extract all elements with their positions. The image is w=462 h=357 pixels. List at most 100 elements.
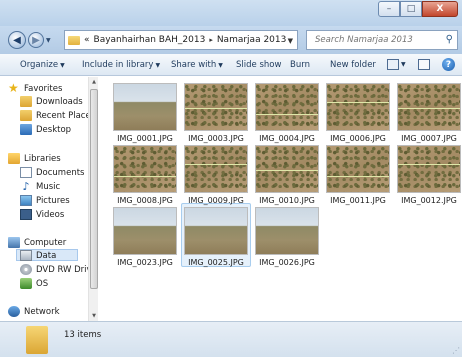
file-name[interactable]: IMG_0026.JPG bbox=[247, 258, 327, 267]
measuring-tape-line bbox=[327, 176, 389, 177]
file-name[interactable]: IMG_0004.JPG bbox=[247, 134, 327, 143]
image-thumbnail[interactable] bbox=[184, 145, 248, 193]
title-bar[interactable]: – □ X bbox=[0, 0, 462, 26]
libraries-icon bbox=[8, 153, 20, 164]
image-thumbnail[interactable] bbox=[113, 145, 177, 193]
search-input[interactable] bbox=[315, 35, 439, 45]
measuring-tape-line bbox=[327, 102, 389, 103]
breadcrumb-overflow[interactable]: « bbox=[84, 35, 90, 45]
nav-dvd-drive[interactable]: DVD RW Driv bbox=[20, 264, 88, 275]
new-folder-button[interactable]: New folder bbox=[330, 60, 376, 70]
close-button[interactable]: X bbox=[422, 1, 458, 17]
hard-drive-icon bbox=[20, 250, 32, 261]
minimize-button[interactable]: – bbox=[378, 1, 400, 17]
file-name[interactable]: IMG_0007.JPG bbox=[389, 134, 462, 143]
share-with-menu[interactable]: Share with ▼ bbox=[171, 60, 223, 70]
image-thumbnail[interactable] bbox=[397, 83, 461, 131]
measuring-tape-line bbox=[114, 176, 176, 177]
image-thumbnail[interactable] bbox=[255, 207, 319, 255]
videos-icon bbox=[20, 209, 32, 220]
measuring-tape-line bbox=[185, 164, 247, 165]
nav-music[interactable]: ♪ Music bbox=[20, 181, 60, 192]
file-name[interactable]: IMG_0010.JPG bbox=[247, 196, 327, 205]
file-name[interactable]: IMG_0025.JPG bbox=[176, 258, 256, 267]
image-thumbnail[interactable] bbox=[255, 145, 319, 193]
nav-pictures[interactable]: Pictures bbox=[20, 195, 70, 206]
address-dropdown-icon[interactable]: ▼ bbox=[288, 37, 293, 45]
image-thumbnail[interactable] bbox=[326, 145, 390, 193]
music-note-icon: ♪ bbox=[22, 180, 30, 193]
image-thumbnail[interactable] bbox=[184, 83, 248, 131]
image-thumbnail[interactable] bbox=[397, 145, 461, 193]
nav-data-drive[interactable]: Data bbox=[20, 250, 56, 261]
file-list[interactable]: IMG_0001.JPG IMG_0003.JPG IMG_0004.JPG IMG_… bbox=[98, 77, 462, 321]
address-bar[interactable]: « Bayanhairhan BAH_2013 ▸ Namarjaa 2013 … bbox=[64, 30, 298, 50]
folder-icon bbox=[68, 35, 80, 45]
measuring-tape-line bbox=[398, 164, 460, 165]
file-name[interactable]: IMG_0009.JPG bbox=[176, 196, 256, 205]
file-name[interactable]: IMG_0001.JPG bbox=[105, 134, 185, 143]
file-name[interactable]: IMG_0011.JPG bbox=[318, 196, 398, 205]
breadcrumb-namarjaa[interactable]: Namarjaa 2013 bbox=[217, 35, 287, 45]
nav-libraries[interactable]: Libraries bbox=[8, 153, 61, 164]
recent-pages-dropdown-icon[interactable]: ▼ bbox=[46, 37, 51, 44]
chevron-right-icon[interactable]: ▸ bbox=[209, 36, 213, 44]
image-thumbnail[interactable] bbox=[113, 207, 177, 255]
pictures-icon bbox=[20, 195, 32, 206]
window-controls: – □ X bbox=[378, 1, 458, 17]
scroll-thumb[interactable] bbox=[90, 89, 98, 289]
maximize-button[interactable]: □ bbox=[400, 1, 422, 17]
recent-places-icon bbox=[20, 110, 32, 121]
image-thumbnail[interactable] bbox=[255, 83, 319, 131]
navigation-pane: ★ Favorites Downloads Recent Place Deskto… bbox=[0, 77, 88, 321]
downloads-folder-icon bbox=[20, 96, 32, 107]
computer-icon bbox=[8, 237, 20, 248]
command-toolbar: Organize ▼ Include in library ▼ Share with… bbox=[0, 54, 462, 76]
os-drive-icon bbox=[20, 278, 32, 289]
file-name[interactable]: IMG_0008.JPG bbox=[105, 196, 185, 205]
forward-button[interactable]: ▶ bbox=[28, 32, 44, 48]
details-pane: 13 items ⋰ bbox=[0, 321, 462, 357]
search-box[interactable]: ⚲ bbox=[306, 30, 458, 50]
nav-documents[interactable]: Documents bbox=[20, 167, 84, 178]
nav-network[interactable]: Network bbox=[8, 306, 60, 317]
image-thumbnail[interactable] bbox=[326, 83, 390, 131]
nav-os-drive[interactable]: OS bbox=[20, 278, 48, 289]
burn-button[interactable]: Burn bbox=[290, 60, 310, 70]
item-count: 13 items bbox=[64, 330, 102, 340]
file-name[interactable]: IMG_0023.JPG bbox=[105, 258, 185, 267]
nav-desktop[interactable]: Desktop bbox=[20, 124, 71, 135]
documents-icon bbox=[20, 167, 32, 178]
file-name[interactable]: IMG_0012.JPG bbox=[389, 196, 462, 205]
resize-grip-icon[interactable]: ⋰ bbox=[452, 346, 460, 355]
network-icon bbox=[8, 306, 20, 317]
nav-scrollbar[interactable]: ▲ ▼ bbox=[88, 77, 98, 321]
change-view-icon[interactable] bbox=[387, 59, 399, 70]
nav-recent-places[interactable]: Recent Place bbox=[20, 110, 88, 121]
view-dropdown-icon[interactable]: ▼ bbox=[401, 61, 406, 68]
dvd-drive-icon bbox=[20, 264, 32, 275]
measuring-tape-line bbox=[185, 108, 247, 109]
star-icon: ★ bbox=[8, 81, 19, 95]
breadcrumb-bayanhairhan[interactable]: Bayanhairhan BAH_2013 bbox=[94, 35, 206, 45]
image-thumbnail[interactable] bbox=[184, 207, 248, 255]
nav-favorites[interactable]: ★ Favorites bbox=[8, 81, 62, 95]
measuring-tape-line bbox=[398, 108, 460, 109]
slide-show-button[interactable]: Slide show bbox=[236, 60, 281, 70]
file-name[interactable]: IMG_0003.JPG bbox=[176, 134, 256, 143]
nav-computer[interactable]: Computer bbox=[8, 237, 66, 248]
help-icon[interactable]: ? bbox=[442, 58, 455, 71]
include-in-library-menu[interactable]: Include in library ▼ bbox=[82, 60, 160, 70]
image-thumbnail[interactable] bbox=[113, 83, 177, 131]
back-button[interactable]: ◀ bbox=[8, 31, 26, 49]
nav-videos[interactable]: Videos bbox=[20, 209, 64, 220]
organize-menu[interactable]: Organize ▼ bbox=[20, 60, 65, 70]
preview-pane-icon[interactable] bbox=[418, 59, 430, 70]
desktop-icon bbox=[20, 124, 32, 135]
measuring-tape-line bbox=[256, 114, 318, 115]
address-row: ◀ ▶ ▼ « Bayanhairhan BAH_2013 ▸ Namarjaa… bbox=[0, 26, 462, 54]
folder-icon bbox=[26, 326, 48, 354]
file-name[interactable]: IMG_0006.JPG bbox=[318, 134, 398, 143]
nav-downloads[interactable]: Downloads bbox=[20, 96, 83, 107]
search-icon[interactable]: ⚲ bbox=[446, 34, 453, 45]
